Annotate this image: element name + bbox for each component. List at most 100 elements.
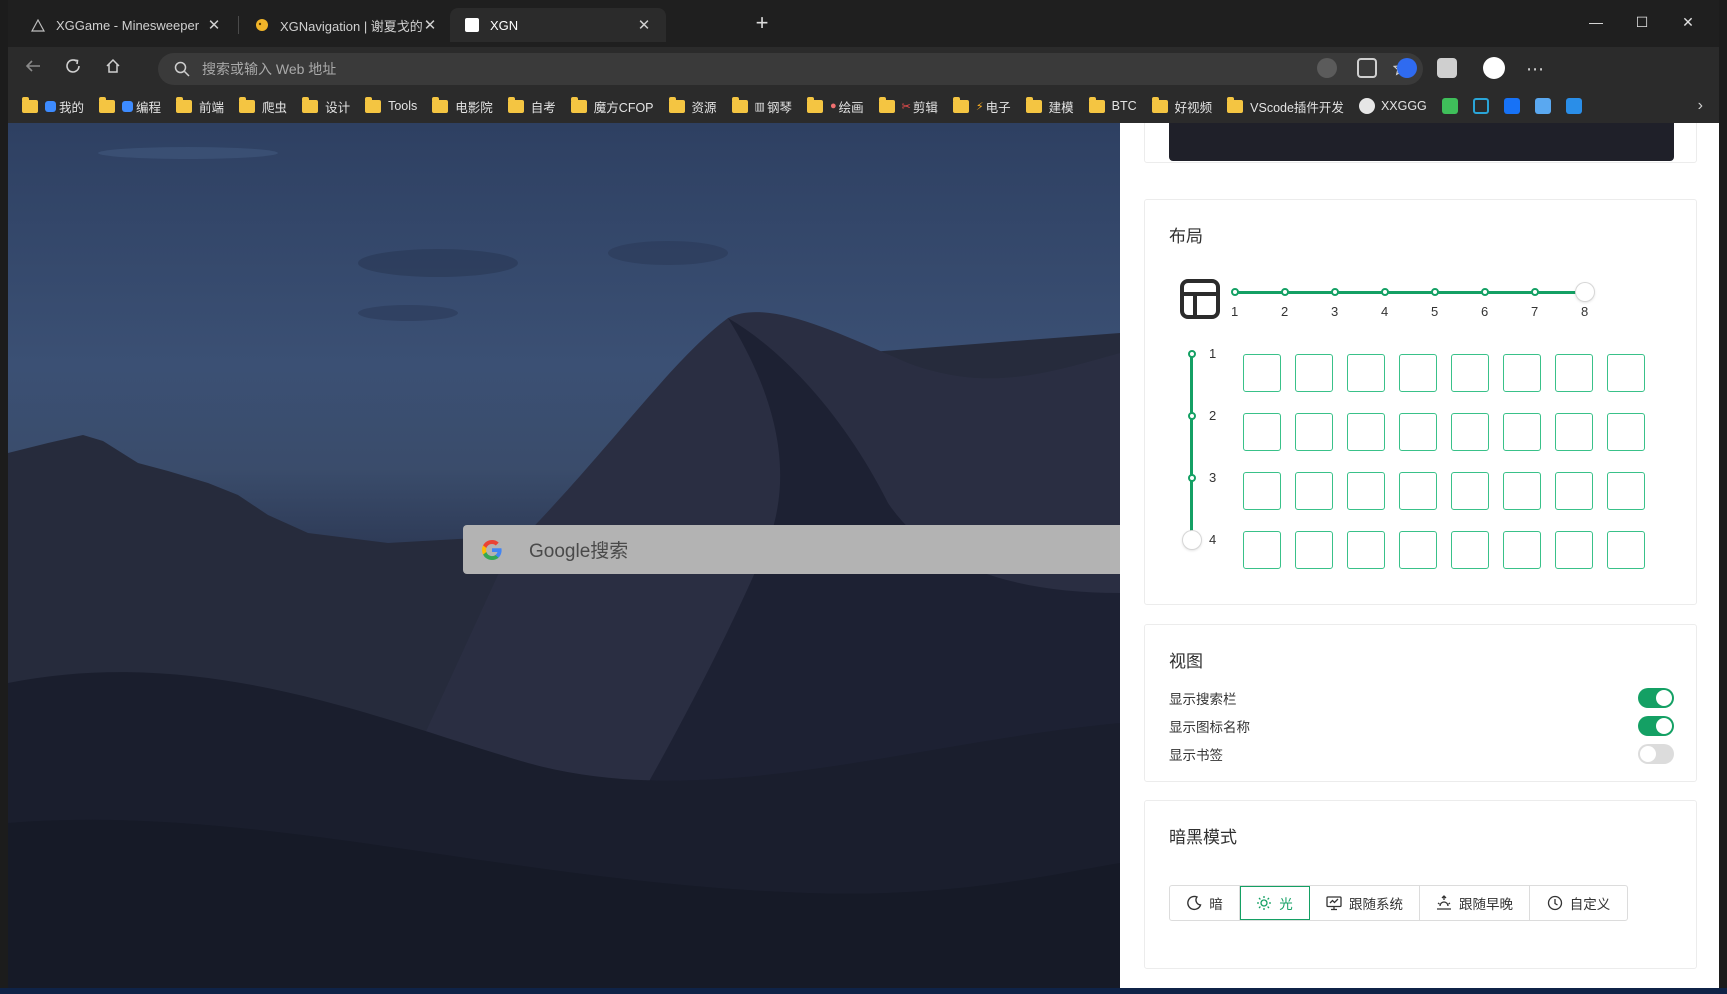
tab-xggame[interactable]: XGGame - Minesweeper ✕ (16, 8, 236, 42)
bookmark-folder[interactable]: 自考 (507, 96, 556, 116)
more-menu-button[interactable]: ⋯ (1522, 56, 1548, 82)
grid-cell[interactable] (1243, 472, 1281, 510)
extension-owl-icon[interactable] (1317, 58, 1337, 78)
bookmark-folder[interactable]: ✂ 剪辑 (878, 96, 938, 116)
grid-cell[interactable] (1607, 472, 1645, 510)
show-icon-names-toggle[interactable] (1638, 716, 1674, 736)
maximize-button[interactable]: ☐ (1619, 8, 1665, 36)
bookmark-github[interactable]: XXGGG (1358, 98, 1427, 114)
bookmark-app[interactable] (1534, 98, 1551, 114)
grid-cell[interactable] (1503, 531, 1541, 569)
grid-cell[interactable] (1607, 413, 1645, 451)
github-icon (1358, 98, 1375, 114)
back-button[interactable] (20, 56, 46, 82)
grid-cell[interactable] (1347, 531, 1385, 569)
bookmark-folder[interactable]: VScode插件开发 (1227, 96, 1344, 116)
home-button[interactable] (100, 56, 126, 82)
bookmark-bilibili[interactable] (1472, 98, 1489, 114)
grid-cell[interactable] (1295, 413, 1333, 451)
search-icon (174, 61, 190, 77)
bookmark-label: 编程 (136, 100, 162, 115)
slider-step-dot (1481, 288, 1489, 296)
grid-cell[interactable] (1347, 413, 1385, 451)
grid-cell[interactable] (1295, 531, 1333, 569)
address-bar[interactable] (158, 53, 1423, 85)
bookmark-zhihu[interactable] (1503, 98, 1520, 114)
extension-blue-icon[interactable] (1397, 58, 1417, 78)
bookmark-folder[interactable]: 前端 (176, 96, 224, 116)
address-input[interactable] (202, 58, 1302, 80)
grid-cell[interactable] (1607, 354, 1645, 392)
bookmark-folder[interactable]: 魔方CFOP (570, 96, 654, 116)
grid-cell[interactable] (1555, 472, 1593, 510)
tab-xgn[interactable]: XGN ✕ (450, 8, 666, 42)
columns-slider[interactable] (1231, 283, 1660, 308)
grid-cell[interactable] (1451, 413, 1489, 451)
show-bookmarks-toggle[interactable] (1638, 744, 1674, 764)
tab-xgnavigation[interactable]: XGNavigation | 谢夏戈的博客 ✕ (240, 8, 452, 42)
bookmark-leaf[interactable] (1441, 98, 1458, 114)
grid-cell[interactable] (1295, 354, 1333, 392)
grid-cell[interactable] (1295, 472, 1333, 510)
table-layout-icon (1180, 279, 1220, 319)
close-window-button[interactable]: ✕ (1665, 8, 1711, 36)
bookmark-folder[interactable]: 编程 (99, 96, 162, 116)
theme-segmented-control: 暗 光 跟随系统 跟随早晚 自定义 (1169, 885, 1628, 921)
bookmark-folder[interactable]: BTC (1088, 96, 1137, 113)
bookmark-folder[interactable]: ● 绘画 (806, 96, 864, 116)
grid-cell[interactable] (1503, 472, 1541, 510)
bookmark-folder[interactable]: 爬虫 (239, 96, 287, 116)
zhihu-icon (1503, 98, 1520, 114)
minimize-button[interactable]: — (1573, 8, 1619, 36)
rows-slider-handle[interactable] (1182, 531, 1201, 549)
close-icon[interactable]: ✕ (206, 16, 222, 34)
extension-square-icon[interactable] (1437, 58, 1457, 78)
bookmark-folder[interactable]: 设计 (302, 96, 350, 116)
grid-cell[interactable] (1347, 354, 1385, 392)
theme-dark-button[interactable]: 暗 (1170, 886, 1240, 920)
grid-cell[interactable] (1555, 354, 1593, 392)
grid-cell[interactable] (1399, 472, 1437, 510)
bookmark-folder[interactable]: ▥ 钢琴 (731, 96, 792, 116)
bookmark-folder[interactable]: 好视频 (1151, 96, 1212, 116)
grid-cell[interactable] (1399, 413, 1437, 451)
extension-reader-icon[interactable] (1357, 58, 1377, 78)
grid-cell[interactable] (1607, 531, 1645, 569)
grid-cell[interactable] (1399, 354, 1437, 392)
refresh-button[interactable] (60, 56, 86, 82)
bookmark-folder[interactable]: 我的 (22, 96, 84, 116)
bookmark-folder[interactable]: Tools (365, 96, 417, 113)
bookmark-yuque[interactable] (1565, 98, 1582, 114)
grid-cell[interactable] (1243, 531, 1281, 569)
monitor-icon (1326, 896, 1342, 911)
close-icon[interactable]: ✕ (636, 16, 652, 34)
bookmark-folder[interactable]: ⚡ 电子 (952, 96, 1011, 116)
grid-cell[interactable] (1243, 413, 1281, 451)
theme-sunrise-button[interactable]: 跟随早晚 (1420, 886, 1530, 920)
wallpaper-preview[interactable] (1169, 123, 1674, 161)
grid-cell[interactable] (1555, 413, 1593, 451)
grid-cell[interactable] (1555, 531, 1593, 569)
theme-light-button[interactable]: 光 (1240, 886, 1310, 920)
toggle-row-icon-names: 显示图标名称 (1169, 715, 1674, 737)
grid-cell[interactable] (1503, 354, 1541, 392)
show-search-bar-toggle[interactable] (1638, 688, 1674, 708)
grid-cell[interactable] (1399, 531, 1437, 569)
bookmark-folder[interactable]: 建模 (1025, 96, 1074, 116)
columns-slider-handle[interactable] (1576, 283, 1594, 301)
new-tab-button[interactable]: + (750, 12, 774, 36)
bookmark-folder[interactable]: 电影院 (432, 96, 493, 116)
grid-cell[interactable] (1347, 472, 1385, 510)
grid-cell[interactable] (1451, 472, 1489, 510)
grid-cell[interactable] (1451, 354, 1489, 392)
profile-avatar[interactable] (1483, 57, 1505, 79)
close-icon[interactable]: ✕ (422, 16, 438, 34)
grid-cell[interactable] (1243, 354, 1281, 392)
theme-custom-button[interactable]: 自定义 (1530, 886, 1627, 920)
theme-system-button[interactable]: 跟随系统 (1310, 886, 1420, 920)
grid-cell[interactable] (1451, 531, 1489, 569)
google-search-bar[interactable]: Google搜索 (463, 525, 1120, 574)
bookmark-folder[interactable]: 资源 (668, 96, 717, 116)
chevron-right-icon[interactable]: › (1698, 97, 1703, 115)
grid-cell[interactable] (1503, 413, 1541, 451)
